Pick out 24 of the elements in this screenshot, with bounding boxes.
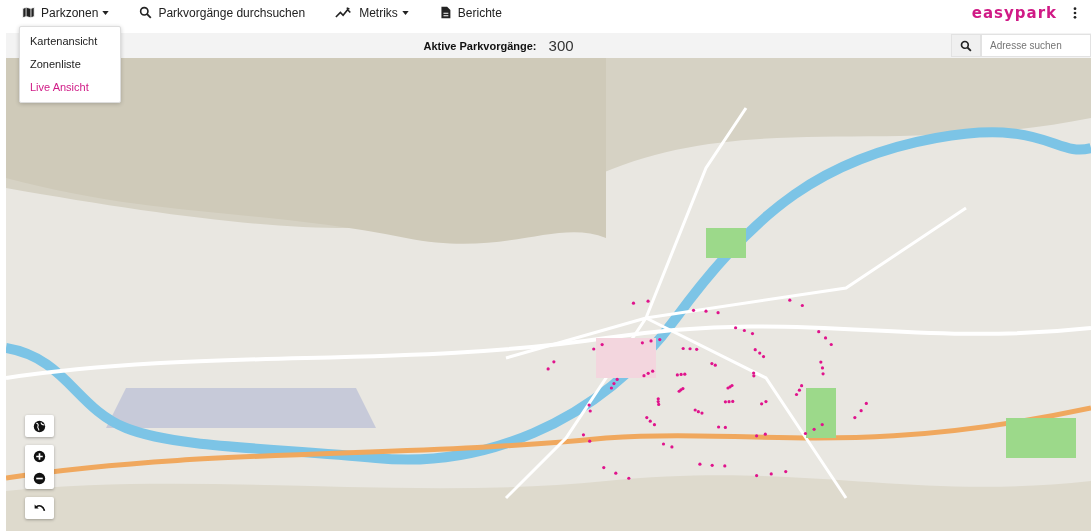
zoom-out-button[interactable]	[25, 470, 54, 486]
logo[interactable]: easypark	[971, 3, 1057, 22]
more-icon[interactable]	[1073, 6, 1077, 19]
globe-icon	[33, 419, 46, 433]
nav-menu-button[interactable]: Parkvorgänge durchsuchen	[139, 5, 306, 20]
undo-button[interactable]	[25, 497, 54, 519]
nav-menu-button[interactable]: Parkzonen	[22, 5, 110, 20]
zoom-out-icon	[33, 471, 46, 485]
active-sessions-label: Aktive Parkvorgänge:	[423, 39, 537, 52]
map-icon	[22, 6, 35, 19]
menu-item[interactable]: Kartenansicht	[20, 30, 120, 53]
nav-menu-button[interactable]: Berichte	[438, 5, 502, 20]
search-icon	[139, 6, 153, 19]
zoom-in-icon	[33, 449, 46, 463]
search-button[interactable]	[951, 34, 981, 57]
active-sessions-count: 300	[548, 37, 574, 54]
document-icon	[438, 6, 452, 19]
menu-item[interactable]: Live Ansicht	[20, 76, 120, 99]
search-icon	[960, 39, 972, 52]
menu-item[interactable]: Zonenliste	[20, 53, 120, 76]
nav-menu-button[interactable]: Metriks	[335, 5, 409, 20]
globe-button[interactable]	[25, 415, 54, 437]
address-search-field[interactable]: Adresse suchen	[981, 34, 1091, 57]
zoom-in-button[interactable]	[25, 448, 54, 464]
